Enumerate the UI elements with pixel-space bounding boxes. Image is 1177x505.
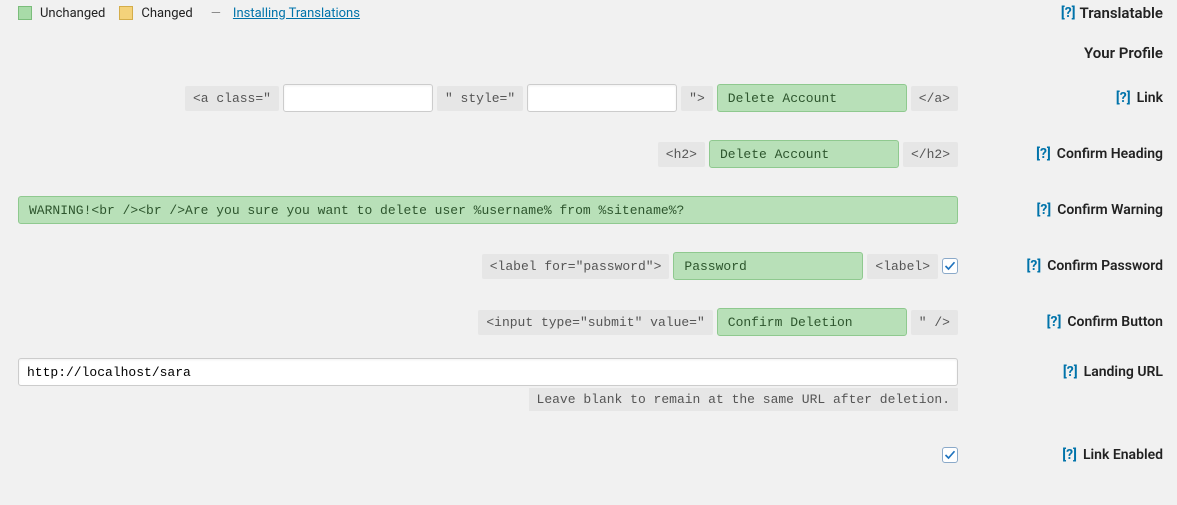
- row-link-enabled: [?] Link Enabled: [0, 417, 1177, 483]
- link-text-input[interactable]: [728, 91, 896, 106]
- link-enabled-checkbox[interactable]: [942, 447, 958, 463]
- translatable-heading: [?] Translatable: [1061, 4, 1163, 22]
- landing-label: Landing URL: [1084, 364, 1163, 380]
- row-confirm-warning: [?] Confirm Warning: [0, 182, 1177, 238]
- heading-text-box[interactable]: [709, 140, 899, 168]
- password-checkbox[interactable]: [942, 258, 958, 274]
- link-tag-end: ">: [681, 86, 713, 111]
- password-label: Confirm Password: [1047, 258, 1163, 274]
- check-icon: [944, 260, 956, 272]
- help-icon[interactable]: [?]: [1062, 447, 1077, 463]
- link-class-input[interactable]: [283, 84, 433, 112]
- check-icon: [944, 449, 956, 461]
- row-confirm-button: <input type="submit" value=" " /> [?] Co…: [0, 294, 1177, 350]
- row-confirm-password: <label for="password"> <label> [?] Confi…: [0, 238, 1177, 294]
- help-icon[interactable]: [?]: [1026, 258, 1041, 274]
- help-icon[interactable]: [?]: [1061, 5, 1076, 21]
- button-tag-open: <input type="submit" value=": [478, 310, 712, 335]
- landing-url-input[interactable]: [18, 358, 958, 386]
- profile-label: Your Profile: [1084, 44, 1163, 62]
- installing-translations-link[interactable]: Installing Translations: [233, 6, 360, 21]
- link-enabled-label: Link Enabled: [1083, 447, 1163, 463]
- link-tag-close: </a>: [911, 86, 958, 111]
- swatch-changed: [119, 6, 133, 20]
- row-confirm-heading: <h2> </h2> [?] Confirm Heading: [0, 126, 1177, 182]
- help-icon[interactable]: [?]: [1116, 90, 1131, 106]
- row-link: <a class=" " style=" "> </a> [?] Link: [0, 70, 1177, 126]
- help-icon[interactable]: [?]: [1063, 364, 1078, 380]
- legend-dash: —: [211, 6, 221, 21]
- warning-label: Confirm Warning: [1057, 202, 1163, 218]
- row-profile: Your Profile: [0, 26, 1177, 70]
- button-label: Confirm Button: [1067, 314, 1163, 330]
- help-icon[interactable]: [?]: [1047, 314, 1062, 330]
- warning-text-input[interactable]: [29, 203, 947, 218]
- link-label: Link: [1137, 90, 1163, 106]
- swatch-unchanged: [18, 6, 32, 20]
- link-tag-open: <a class=": [185, 86, 279, 111]
- button-text-box[interactable]: [717, 308, 907, 336]
- password-text-input[interactable]: [684, 259, 852, 274]
- legend-changed-label: Changed: [141, 6, 192, 21]
- link-style-input[interactable]: [527, 84, 677, 112]
- heading-text-input[interactable]: [720, 147, 888, 162]
- password-text-box[interactable]: [673, 252, 863, 280]
- translatable-label: Translatable: [1080, 4, 1163, 22]
- legend-unchanged-label: Unchanged: [40, 6, 105, 21]
- warning-text-box[interactable]: [18, 196, 958, 224]
- top-bar: Unchanged Changed — Installing Translati…: [0, 0, 1177, 26]
- legend: Unchanged Changed — Installing Translati…: [18, 6, 360, 21]
- help-icon[interactable]: [?]: [1036, 146, 1051, 162]
- heading-tag-open: <h2>: [658, 142, 705, 167]
- button-text-input[interactable]: [728, 315, 896, 330]
- heading-tag-close: </h2>: [903, 142, 958, 167]
- landing-note: Leave blank to remain at the same URL af…: [529, 388, 958, 411]
- link-tag-mid: " style=": [437, 86, 523, 111]
- row-landing-url: [?] Landing URL: [0, 350, 1177, 388]
- button-tag-close: " />: [911, 310, 958, 335]
- password-tag-open: <label for="password">: [482, 254, 670, 279]
- heading-label: Confirm Heading: [1057, 146, 1163, 162]
- landing-note-row: Leave blank to remain at the same URL af…: [0, 388, 1177, 417]
- link-text-box[interactable]: [717, 84, 907, 112]
- help-icon[interactable]: [?]: [1036, 202, 1051, 218]
- password-tag-close: <label>: [867, 254, 938, 279]
